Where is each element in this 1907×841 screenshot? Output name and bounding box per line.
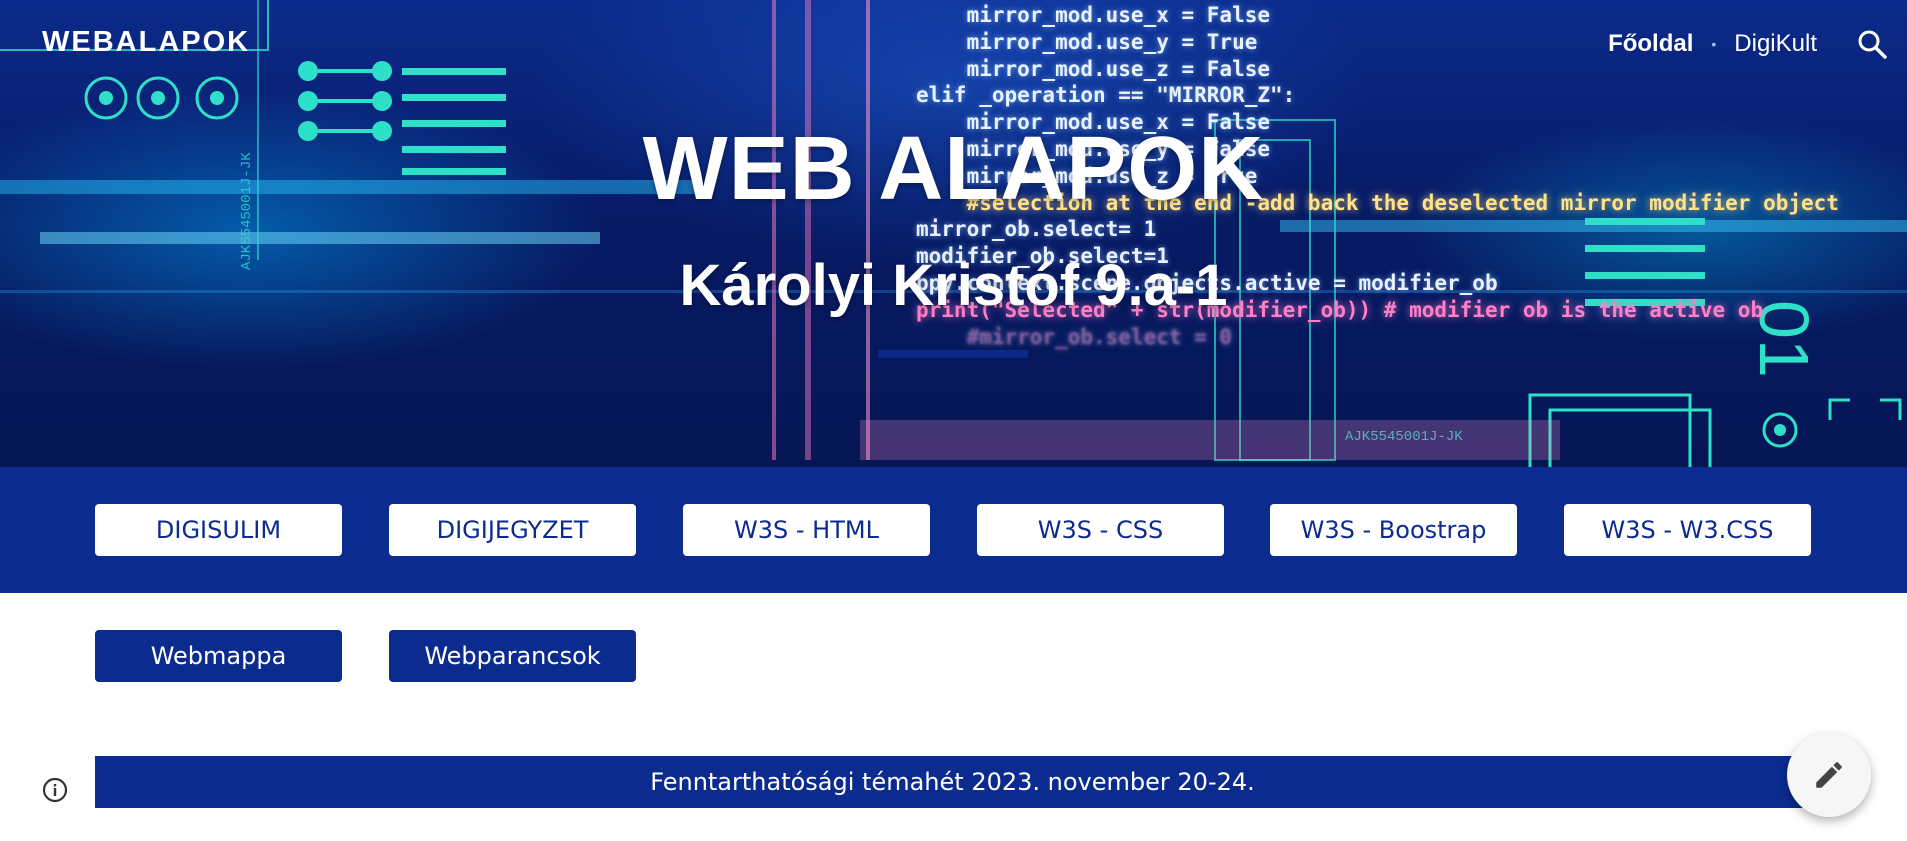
edit-icon	[1816, 762, 1842, 788]
info-icon[interactable]	[40, 775, 70, 805]
site-brand[interactable]: WEBALAPOK	[42, 26, 250, 59]
nav-link-fooldal[interactable]: Főoldal	[1608, 30, 1693, 58]
code-line: elif _operation == "MIRROR_Z":	[916, 83, 1296, 108]
top-nav: Főoldal • DigiKult	[1608, 30, 1817, 58]
code-line: #mirror_ob.select = 0	[916, 324, 1233, 349]
code-line: mirror_mod.use_z = False	[916, 56, 1271, 81]
nav-link-digikult[interactable]: DigiKult	[1734, 30, 1817, 58]
w3s-html-button[interactable]: W3S - HTML	[683, 504, 930, 556]
edit-button[interactable]	[1787, 733, 1871, 817]
hero-banner: 01 AJK5545001J-JK AJK5545001J-JK mirror_…	[0, 0, 1907, 467]
w3s-css-button[interactable]: W3S - CSS	[977, 504, 1224, 556]
webparancsok-button[interactable]: Webparancsok	[389, 630, 636, 682]
digijegyzet-button[interactable]: DIGIJEGYZET	[389, 504, 636, 556]
code-line: mirror_mod.use_x = False	[916, 3, 1271, 27]
w3s-bootstrap-button[interactable]: W3S - Boostrap	[1270, 504, 1517, 556]
page-subtitle: Károlyi Kristóf 9.a-1	[679, 253, 1228, 318]
nav-separator: •	[1711, 36, 1717, 52]
w3s-w3css-button[interactable]: W3S - W3.CSS	[1564, 504, 1811, 556]
code-line: mirror_mod.use_y = True	[916, 29, 1258, 54]
announcement-button[interactable]: Fenntarthatósági témahét 2023. november …	[95, 756, 1810, 808]
page-title: WEB ALAPOK	[642, 119, 1265, 219]
search-icon[interactable]	[1856, 28, 1888, 60]
digisulim-button[interactable]: DIGISULIM	[95, 504, 342, 556]
title-divider	[878, 350, 1028, 358]
webmappa-button[interactable]: Webmappa	[95, 630, 342, 682]
